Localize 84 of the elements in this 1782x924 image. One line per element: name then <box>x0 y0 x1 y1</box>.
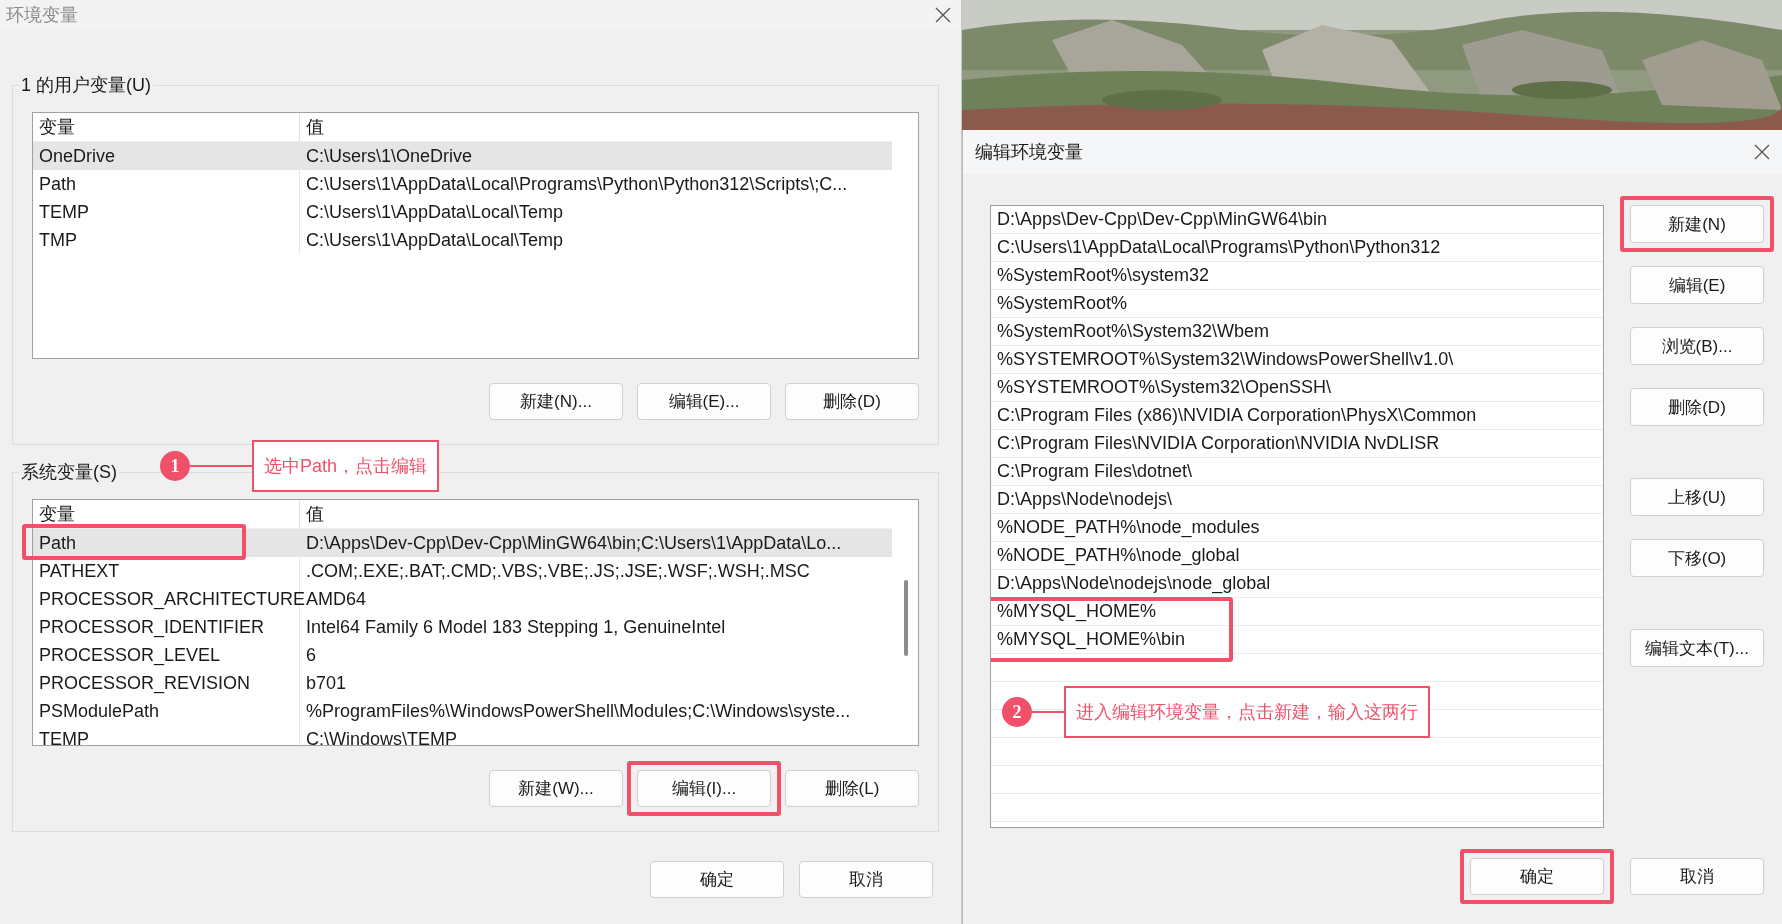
table-row[interactable]: PATHEXT .COM;.EXE;.BAT;.CMD;.VBS;.VBE;.JS;.JSE;.WSF;.WSH;.MSC <box>33 557 892 585</box>
table-cell: TMP <box>39 229 77 251</box>
table-cell: C:\Users\1\AppData\Local\Temp <box>306 201 564 223</box>
table-cell: Path <box>39 173 77 195</box>
table-row[interactable]: PROCESSOR_LEVEL 6 <box>33 641 892 669</box>
table-cell: TEMP <box>39 728 89 745</box>
path-entry[interactable]: %MYSQL_HOME% <box>991 598 1603 626</box>
annotation-note: 进入编辑环境变量，点击新建，输入这两行 <box>1064 686 1430 738</box>
dialog-button[interactable]: 删除(D) <box>1630 388 1764 426</box>
table-cell: C:\Users\1\AppData\Local\Temp <box>306 229 564 251</box>
dialog-button[interactable]: 上移(U) <box>1630 478 1764 516</box>
close-icon[interactable] <box>1754 144 1770 160</box>
path-entry[interactable]: D:\Apps\Node\nodejs\node_global <box>991 570 1603 598</box>
path-entry[interactable]: D:\Apps\Dev-Cpp\Dev-Cpp\MinGW64\bin <box>991 206 1603 234</box>
table-cell: %ProgramFiles%\WindowsPowerShell\Modules;C:\Windows\syste... <box>306 700 851 722</box>
table-cell: PSModulePath <box>39 700 160 722</box>
dialog-button[interactable]: 确定 <box>650 861 784 898</box>
table-cell: C:\Windows\TEMP <box>306 728 458 745</box>
annotation-note: 选中Path，点击编辑 <box>252 440 440 492</box>
path-entry[interactable]: %SystemRoot%\system32 <box>991 262 1603 290</box>
dialog-button[interactable]: 删除(D) <box>785 383 919 420</box>
table-row[interactable]: PROCESSOR_IDENTIFIER Intel64 Family 6 Model 183 Stepping 1, GenuineIntel <box>33 613 892 641</box>
table-row[interactable]: TEMP C:\Windows\TEMP <box>33 725 892 745</box>
column-header[interactable]: 变量 <box>39 502 75 526</box>
dialog-button[interactable]: 浏览(B)... <box>1630 327 1764 365</box>
table-row[interactable]: Path C:\Users\1\AppData\Local\Programs\Python\Python312\Scripts\;C... <box>33 170 892 198</box>
table-cell: PROCESSOR_LEVEL <box>39 644 221 666</box>
table-cell: PATHEXT <box>39 560 120 582</box>
table-cell: PROCESSOR_ARCHITECTURE <box>39 588 306 610</box>
path-entry[interactable]: %SystemRoot% <box>991 290 1603 318</box>
dialog-button[interactable]: 删除(L) <box>785 770 919 807</box>
group-label: 1 的用户变量(U) <box>19 73 153 97</box>
table-cell: PROCESSOR_REVISION <box>39 672 251 694</box>
path-entry[interactable]: %NODE_PATH%\node_modules <box>991 514 1603 542</box>
close-icon[interactable] <box>935 7 951 23</box>
window-title: 编辑环境变量 <box>975 141 1083 164</box>
path-entry[interactable]: %SYSTEMROOT%\System32\OpenSSH\ <box>991 374 1603 402</box>
table-cell: Path <box>39 532 77 554</box>
column-header[interactable]: 值 <box>306 115 324 139</box>
path-entry[interactable]: %MYSQL_HOME%\bin <box>991 626 1603 654</box>
leader-line <box>190 465 252 467</box>
table-row[interactable]: OneDrive C:\Users\1\OneDrive <box>33 142 892 170</box>
window-title: 环境变量 <box>6 4 78 27</box>
table-row[interactable]: Path D:\Apps\Dev-Cpp\Dev-Cpp\MinGW64\bin;C:\Users\1\AppData\Lo... <box>33 529 892 557</box>
table-row[interactable]: PROCESSOR_ARCHITECTUREAMD64 <box>33 585 892 613</box>
dialog-button[interactable]: 取消 <box>799 861 933 898</box>
dialog-button[interactable]: 新建(W)... <box>489 770 623 807</box>
table-cell: C:\Users\1\OneDrive <box>306 145 473 167</box>
table-row[interactable]: TEMP C:\Users\1\AppData\Local\Temp <box>33 198 892 226</box>
dialog-button[interactable]: 编辑(E)... <box>637 383 771 420</box>
dialog-button[interactable]: 新建(N) <box>1630 205 1764 243</box>
table-row[interactable]: PSModulePath %ProgramFiles%\WindowsPowerShell\Modules;C:\Windows\syste... <box>33 697 892 725</box>
path-entry[interactable]: %SystemRoot%\System32\Wbem <box>991 318 1603 346</box>
table-row[interactable]: TMP C:\Users\1\AppData\Local\Temp <box>33 226 892 254</box>
path-entry[interactable]: C:\Program Files (x86)\NVIDIA Corporation\PhysX\Common <box>991 402 1603 430</box>
table-cell: b701 <box>306 672 347 694</box>
path-entry[interactable]: D:\Apps\Node\nodejs\ <box>991 486 1603 514</box>
column-header[interactable]: 值 <box>306 502 324 526</box>
table-cell: OneDrive <box>39 145 116 167</box>
group-label: 系统变量(S) <box>19 460 119 484</box>
path-entry[interactable]: %NODE_PATH%\node_global <box>991 542 1603 570</box>
column-header[interactable]: 变量 <box>39 115 75 139</box>
table-cell: TEMP <box>39 201 89 223</box>
table-cell: .COM;.EXE;.BAT;.CMD;.VBS;.VBE;.JS;.JSE;.WSF;.WSH;.MSC <box>306 560 810 582</box>
table-cell: PROCESSOR_IDENTIFIER <box>39 616 265 638</box>
table-cell: Intel64 Family 6 Model 183 Stepping 1, GenuineIntel <box>306 616 726 638</box>
dialog-button[interactable]: 下移(O) <box>1630 539 1764 577</box>
table-cell: C:\Users\1\AppData\Local\Programs\Python\Python312\Scripts\;C... <box>306 173 848 195</box>
leader-line <box>1032 711 1064 713</box>
table-row[interactable]: PROCESSOR_REVISION b701 <box>33 669 892 697</box>
path-entry[interactable]: C:\Program Files\dotnet\ <box>991 458 1603 486</box>
dialog-button[interactable]: 编辑(E) <box>1630 266 1764 304</box>
table-cell: AMD64 <box>306 588 367 610</box>
scrollbar-thumb[interactable] <box>904 580 908 656</box>
path-entry[interactable]: %SYSTEMROOT%\System32\WindowsPowerShell\v1.0\ <box>991 346 1603 374</box>
table-cell: D:\Apps\Dev-Cpp\Dev-Cpp\MinGW64\bin;C:\Users\1\AppData\Lo... <box>306 532 842 554</box>
dialog-button[interactable]: 确定 <box>1470 858 1604 895</box>
dialog-button[interactable]: 编辑文本(T)... <box>1630 629 1764 667</box>
dialog-button[interactable]: 新建(N)... <box>489 383 623 420</box>
dialog-button[interactable]: 编辑(I)... <box>637 770 771 807</box>
path-entry[interactable]: C:\Users\1\AppData\Local\Programs\Python\Python312 <box>991 234 1603 262</box>
dialog-button[interactable]: 取消 <box>1630 858 1764 895</box>
table-cell: 6 <box>306 644 316 666</box>
path-entry[interactable]: C:\Program Files\NVIDIA Corporation\NVIDIA NvDLISR <box>991 430 1603 458</box>
